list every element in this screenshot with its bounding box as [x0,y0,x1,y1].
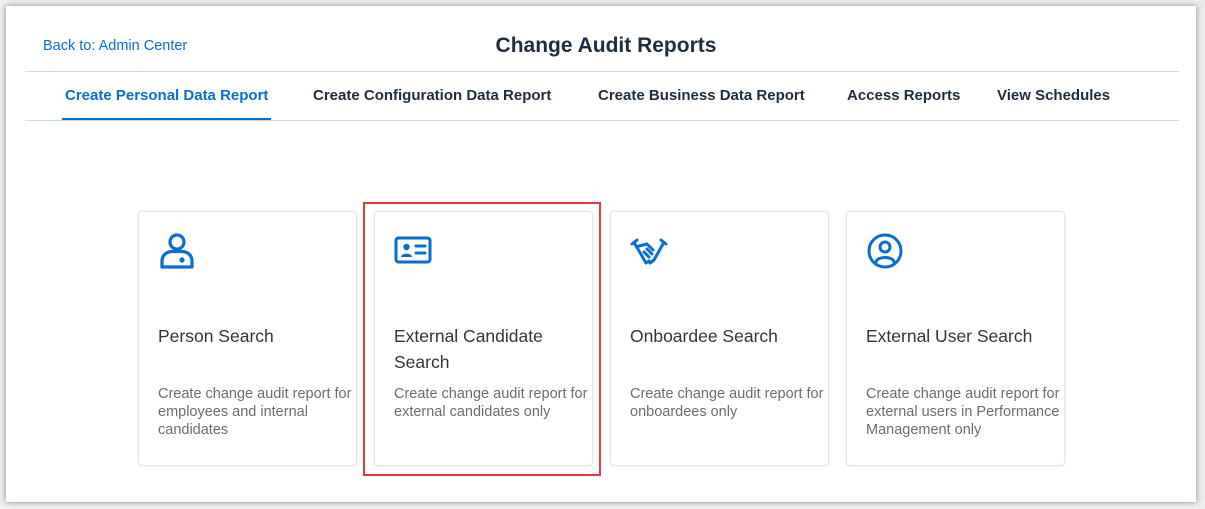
tab-view-schedules[interactable]: View Schedules [997,72,1110,120]
window-edge [1198,0,1205,509]
card-title: External User Search [866,326,1033,346]
handshake-icon [630,232,668,270]
card-description: Create change audit report for external … [866,386,1060,438]
tabs-divider [25,120,1179,121]
card-description: Create change audit report for employees… [158,386,352,438]
tab-create-configuration-data-report[interactable]: Create Configuration Data Report [313,72,551,120]
card-external-user-search[interactable]: External User Search Create change audit… [846,211,1065,466]
person-search-icon [158,232,196,270]
tab-create-personal-data-report[interactable]: Create Personal Data Report [61,72,272,121]
card-description: Create change audit report for onboardee… [630,386,824,420]
app-window: Back to: Admin Center Change Audit Repor… [6,6,1196,502]
card-title: Onboardee Search [630,326,778,346]
page-header: Back to: Admin Center Change Audit Repor… [6,6,1196,71]
page-title: Change Audit Reports [495,34,717,57]
tab-access-reports[interactable]: Access Reports [847,72,960,120]
card-title: Person Search [158,326,274,346]
tab-create-business-data-report[interactable]: Create Business Data Report [598,72,805,120]
tab-bar: Create Personal Data Report Create Confi… [25,72,1179,121]
id-card-icon [394,232,432,270]
card-title: External Candidate Search [394,326,543,372]
user-circle-icon [866,232,904,270]
card-person-search[interactable]: Person Search Create change audit report… [138,211,357,466]
card-external-candidate-search[interactable]: External Candidate Search Create change … [374,211,593,466]
card-description: Create change audit report for external … [394,386,588,420]
card-onboardee-search[interactable]: Onboardee Search Create change audit rep… [610,211,829,466]
